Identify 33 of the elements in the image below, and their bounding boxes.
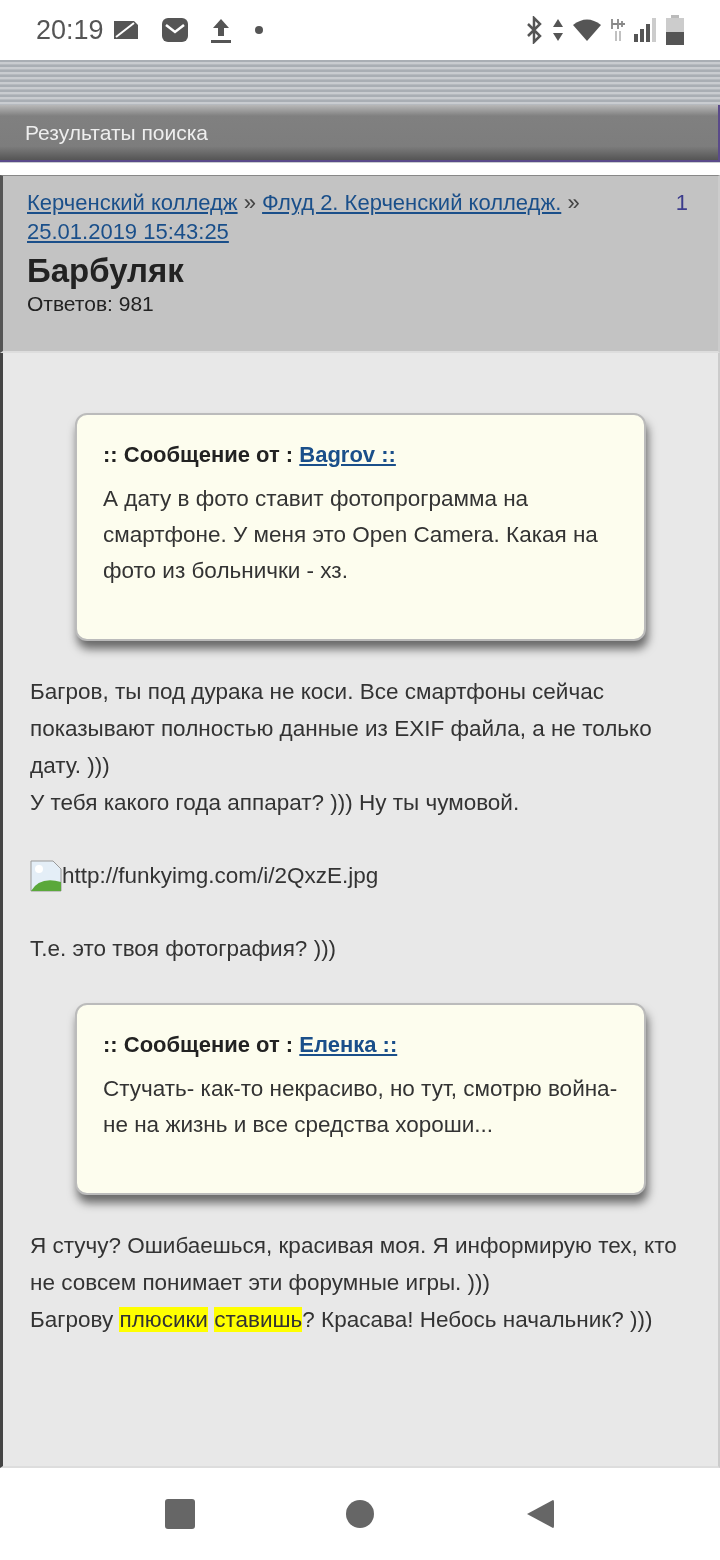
- post-paragraph: Т.е. это твоя фотография? ))): [30, 935, 338, 963]
- quote-header: :: Сообщение от :: [103, 442, 294, 467]
- post-paragraph: Багров, ты под дурака не коси. Все смартфоны сейчас показывают полностью данные из EXIF файла, а не только дату. ))) У тебя какого года аппарат? ))) Ну ты чумовой.: [30, 678, 653, 817]
- bluetooth-icon: [524, 16, 544, 44]
- signal-icon: [634, 18, 658, 42]
- author-link[interactable]: Bagrov ::: [299, 442, 396, 467]
- reply-count: Ответов: 981: [27, 292, 155, 316]
- home-icon[interactable]: [344, 1498, 376, 1530]
- breadcrumb-link[interactable]: 25.01.2019 15:43:25: [27, 219, 229, 244]
- status-time: 20:19: [36, 14, 104, 46]
- post-paragraph: Я стучу? Ошибаешься, красивая моя. Я информирую тех, кто не совсем понимает эти форумные игры. ))) Багрову плюсики ставишь? Красава! Небось начальник? ))): [30, 1232, 678, 1334]
- quote-text: А дату в фото ставит фотопрограмма на смартфоне. У меня это Open Camera. Какая на фото из больнички - хз.: [103, 485, 599, 585]
- breadcrumb-separator: »: [567, 190, 580, 215]
- mail-icon: [161, 18, 188, 42]
- breadcrumb-link[interactable]: Керченский колледж: [27, 190, 238, 215]
- dot-icon: [253, 25, 264, 35]
- network-type-icon: [610, 17, 626, 43]
- recent-apps-icon[interactable]: [164, 1498, 196, 1530]
- upload-icon: [209, 17, 232, 43]
- wifi-icon: [572, 18, 602, 42]
- page-title-bar: Результаты поиска: [0, 105, 720, 162]
- topic-title: Барбуляк: [27, 252, 185, 290]
- quote-text: Стучать- как-то некрасиво, но тут, смотрю война- не на жизнь и все средства хороши...: [103, 1075, 618, 1139]
- sim-card-icon: [111, 19, 140, 41]
- quote-header: :: Сообщение от :: [103, 1032, 294, 1057]
- broken-image-icon: [30, 859, 62, 892]
- data-arrows-icon: [552, 17, 564, 43]
- battery-icon: [666, 15, 684, 45]
- result-number: 1: [675, 189, 688, 217]
- image-alt-text: http://funkyimg.com/i/2QxzE.jpg: [62, 862, 379, 890]
- author-link[interactable]: Еленка ::: [299, 1032, 398, 1057]
- breadcrumb-link[interactable]: Флуд 2. Керченский колледж.: [262, 190, 562, 215]
- breadcrumb-separator: »: [243, 190, 256, 215]
